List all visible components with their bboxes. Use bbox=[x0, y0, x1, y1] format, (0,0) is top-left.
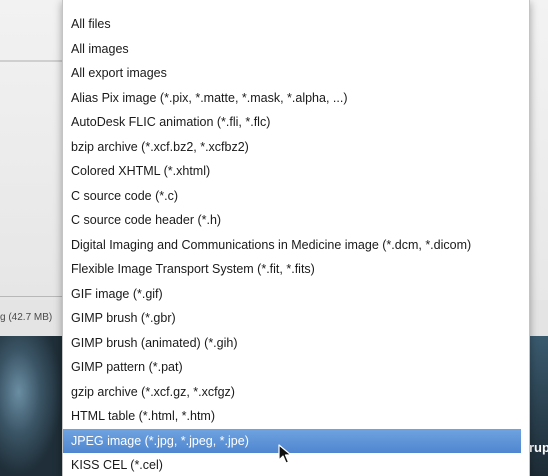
menu-item-gimp-pattern[interactable]: GIMP pattern (*.pat) bbox=[63, 355, 529, 380]
menu-item-gimp-brush-animated[interactable]: GIMP brush (animated) (*.gih) bbox=[63, 331, 529, 356]
file-size-label: g (42.7 MB) bbox=[0, 312, 53, 323]
mouse-pointer-icon bbox=[278, 444, 294, 464]
menu-item-gif[interactable]: GIF image (*.gif) bbox=[63, 282, 529, 307]
menu-item-alias-pix[interactable]: Alias Pix image (*.pix, *.matte, *.mask,… bbox=[63, 86, 529, 111]
background-panel-right bbox=[528, 0, 548, 300]
menu-item-dicom[interactable]: Digital Imaging and Communications in Me… bbox=[63, 233, 529, 258]
menu-item-gimp-brush[interactable]: GIMP brush (*.gbr) bbox=[63, 306, 529, 331]
menu-item-html-table[interactable]: HTML table (*.html, *.htm) bbox=[63, 404, 529, 429]
screen: g (42.7 MB) rup All files All images All… bbox=[0, 0, 548, 476]
menu-item-c-header[interactable]: C source code header (*.h) bbox=[63, 208, 529, 233]
menu-item-kiss-cel[interactable]: KISS CEL (*.cel) bbox=[63, 453, 529, 476]
image-preview-left bbox=[0, 336, 62, 476]
image-preview-text: rup bbox=[529, 440, 548, 455]
menu-item-all-export-images[interactable]: All export images bbox=[63, 61, 529, 86]
menu-item-all-files[interactable]: All files bbox=[63, 12, 529, 37]
menu-item-bzip-archive[interactable]: bzip archive (*.xcf.bz2, *.xcfbz2) bbox=[63, 135, 529, 160]
menu-item-all-images[interactable]: All images bbox=[63, 37, 529, 62]
menu-item-fits[interactable]: Flexible Image Transport System (*.fit, … bbox=[63, 257, 529, 282]
background-panel-left bbox=[0, 0, 63, 300]
menu-item-autodesk-flic[interactable]: AutoDesk FLIC animation (*.fli, *.flc) bbox=[63, 110, 529, 135]
menu-item-colored-xhtml[interactable]: Colored XHTML (*.xhtml) bbox=[63, 159, 529, 184]
file-type-dropdown-list[interactable]: All files All images All export images A… bbox=[62, 0, 530, 476]
menu-item-c-source[interactable]: C source code (*.c) bbox=[63, 184, 529, 209]
background-divider-top bbox=[0, 60, 62, 62]
image-preview-right bbox=[528, 336, 548, 476]
background-divider bbox=[0, 296, 62, 297]
menu-item-gzip-archive[interactable]: gzip archive (*.xcf.gz, *.xcfgz) bbox=[63, 380, 529, 405]
file-type-list: All files All images All export images A… bbox=[63, 12, 529, 476]
